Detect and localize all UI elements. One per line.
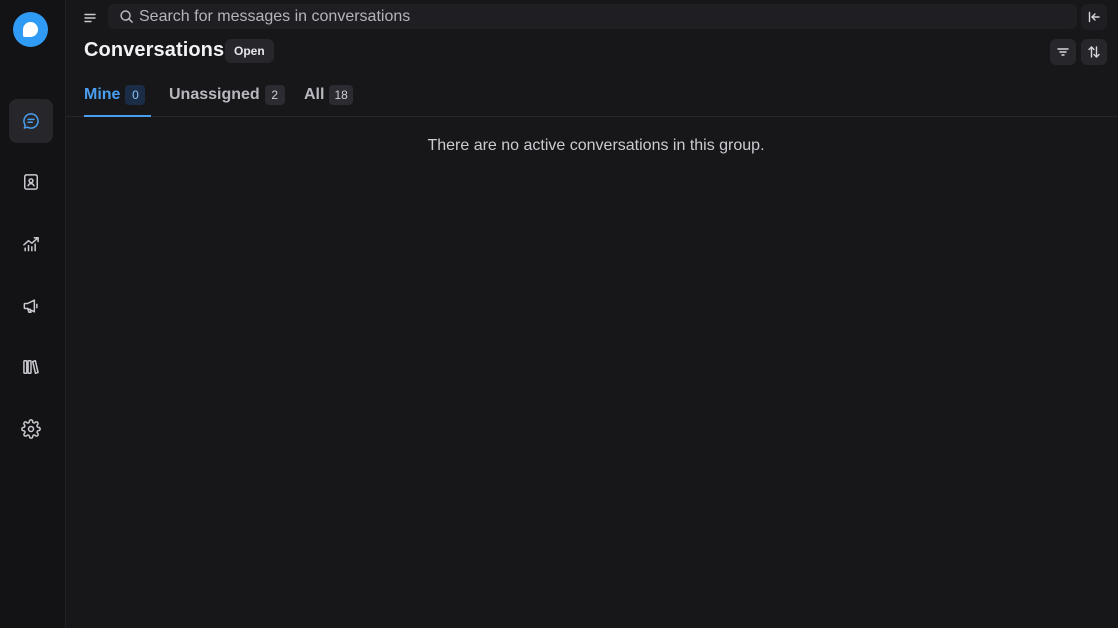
sort-button[interactable] [1081, 39, 1107, 65]
menu-toggle-button[interactable] [80, 8, 100, 28]
primary-sidebar [0, 0, 66, 628]
tab-unassigned[interactable]: Unassigned 2 [169, 80, 285, 117]
gear-icon [21, 419, 41, 439]
conversation-list-panel: Conversations Open Mine [66, 0, 1118, 628]
tab-label: All [304, 86, 325, 103]
nav-campaigns[interactable] [9, 284, 53, 328]
tab-count-badge: 0 [125, 85, 146, 105]
logo-bubble-icon [23, 22, 38, 37]
search-input[interactable] [139, 7, 1077, 26]
nav-settings[interactable] [9, 407, 53, 451]
megaphone-icon [23, 299, 38, 313]
tab-count-badge: 2 [264, 85, 285, 105]
filter-button[interactable] [1050, 39, 1076, 65]
arrow-left-to-line-icon [1088, 11, 1100, 23]
nav-contacts[interactable] [9, 160, 53, 204]
tab-mine[interactable]: Mine 0 [84, 80, 151, 117]
nav-reports[interactable] [9, 222, 53, 266]
collapse-panel-button[interactable] [1081, 4, 1107, 30]
tab-all[interactable]: All 18 [304, 80, 353, 117]
app-logo[interactable] [13, 12, 48, 47]
tab-label: Mine [84, 86, 121, 103]
chat-bubble-icon [23, 113, 39, 129]
list-header: Conversations Open [66, 36, 1118, 68]
contact-book-icon [24, 174, 38, 190]
trend-chart-icon [23, 237, 39, 252]
nav-conversations[interactable] [9, 99, 53, 143]
search-bar[interactable] [108, 4, 1077, 29]
app-window: Conversations Open Mine [0, 0, 1118, 628]
filter-icon [1057, 48, 1069, 56]
hamburger-icon [84, 13, 96, 23]
empty-state-message: There are no active conversations in thi… [427, 137, 765, 154]
tab-label: Unassigned [169, 86, 260, 103]
top-bar [66, 0, 1118, 34]
library-icon [23, 360, 39, 374]
sort-arrows-icon [1088, 46, 1100, 58]
page-title: Conversations [84, 39, 225, 61]
status-filter-badge[interactable]: Open [225, 39, 274, 63]
search-icon [118, 9, 134, 25]
tab-count-badge: 18 [329, 85, 353, 105]
assignee-tabs: Mine 0 Unassigned 2 All 18 [66, 80, 1118, 117]
nav-library[interactable] [9, 345, 53, 389]
